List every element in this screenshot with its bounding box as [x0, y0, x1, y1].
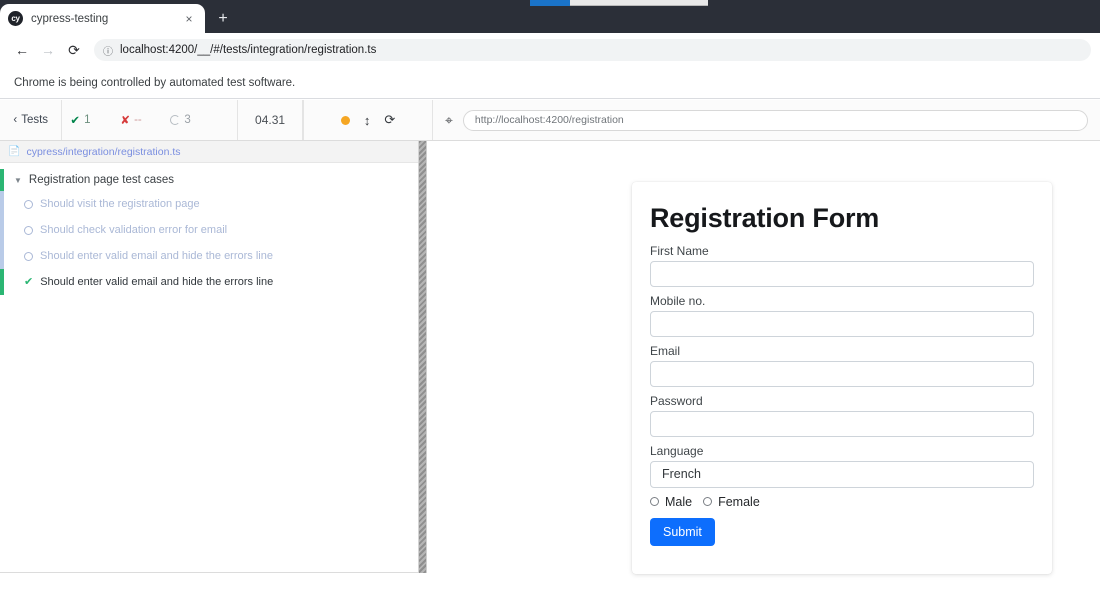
stat-passed: ✔ 1 — [70, 113, 120, 127]
test-status-bar — [0, 217, 4, 243]
spec-file-path: cypress/integration/registration.ts — [26, 145, 181, 158]
viewport-size-icon[interactable]: ↕ — [364, 113, 371, 128]
browser-tab[interactable]: cy cypress-testing × — [0, 4, 205, 33]
test-label: Should check validation error for email — [40, 224, 228, 236]
back-to-tests-label: Tests — [21, 114, 49, 126]
restart-tests-icon[interactable]: ⟳ — [384, 112, 395, 128]
new-tab-button[interactable]: + — [212, 9, 234, 29]
test-status-bar — [0, 269, 4, 295]
forward-icon: → — [41, 42, 55, 58]
email-label: Email — [650, 343, 681, 358]
app-url-zone: ⌖ http://localhost:4200/registration — [433, 100, 1100, 140]
language-select[interactable]: French — [650, 460, 1034, 488]
top-window-artifact — [530, 0, 708, 6]
stat-failed-count: -- — [134, 114, 142, 126]
pending-ring-icon — [24, 225, 33, 235]
mobile-label: Mobile no. — [650, 293, 706, 308]
panel-resize-handle[interactable] — [418, 141, 427, 573]
file-icon: 📄 — [8, 146, 21, 157]
automation-infobar: Chrome is being controlled by automated … — [0, 67, 1100, 99]
back-icon[interactable]: ← — [9, 37, 35, 63]
app-url-text: http://localhost:4200/registration — [474, 114, 624, 126]
specs-panel: 📄 cypress/integration/registration.ts ▼ … — [0, 141, 418, 573]
chevron-down-icon[interactable]: ▼ — [14, 176, 22, 185]
cypress-logo-icon: cy — [8, 11, 23, 26]
submit-button[interactable]: Submit — [650, 517, 715, 546]
app-under-test: Registration Form First Name Mobile no. … — [428, 141, 1100, 574]
run-timer: 04.31 — [238, 100, 304, 140]
app-url-bar[interactable]: http://localhost:4200/registration — [462, 109, 1089, 131]
stat-pending: 3 — [170, 114, 220, 126]
test-label: Should enter valid email and hide the er… — [40, 276, 274, 288]
test-row[interactable]: Should check validation error for email — [0, 217, 418, 243]
stat-passed-count: 1 — [84, 114, 91, 126]
first-name-field[interactable] — [650, 260, 1034, 287]
reload-icon[interactable]: ⟳ — [61, 37, 87, 63]
site-info-icon[interactable]: ⓘ — [103, 43, 113, 58]
radio-male-icon[interactable] — [650, 497, 659, 507]
test-stats: ✔ 1 ✘ -- 3 — [62, 100, 238, 140]
cypress-runner-header: ‹ Tests ✔ 1 ✘ -- 3 04.31 ↕ ⟳ ⌖ http://lo… — [0, 100, 1100, 141]
address-bar-url: localhost:4200/__/#/tests/integration/re… — [120, 44, 377, 56]
back-to-tests-button[interactable]: ‹ Tests — [0, 100, 63, 140]
browser-navbar: ← → ⟳ ⓘ localhost:4200/__/#/tests/integr… — [0, 33, 1100, 67]
first-name-label: First Name — [650, 243, 709, 258]
test-status-bar — [0, 191, 4, 217]
chevron-left-icon: ‹ — [13, 114, 18, 126]
pending-ring-icon — [24, 199, 33, 209]
close-icon[interactable]: × — [181, 11, 197, 27]
registration-form-card: Registration Form First Name Mobile no. … — [632, 182, 1052, 574]
stat-failed: ✘ -- — [120, 113, 170, 127]
top-window-artifact-fill — [530, 0, 570, 6]
pending-ring-icon — [24, 251, 33, 261]
runner-controls: ↕ ⟳ — [304, 100, 434, 140]
suite-title: Registration page test cases — [28, 174, 175, 186]
password-field[interactable] — [650, 410, 1034, 437]
radio-female-icon[interactable] — [703, 497, 713, 507]
test-status-bar — [0, 243, 4, 269]
suite-row[interactable]: ▼ Registration page test cases — [0, 169, 418, 191]
viewport-status-dot-icon — [340, 115, 350, 125]
test-row[interactable]: Should visit the registration page — [0, 191, 418, 217]
stat-pending-count: 3 — [184, 114, 191, 126]
test-label: Should visit the registration page — [40, 198, 200, 210]
automation-infobar-text: Chrome is being controlled by automated … — [14, 76, 296, 89]
browser-titlebar: cy cypress-testing × + — [0, 0, 1100, 33]
selector-playground-icon[interactable]: ⌖ — [445, 112, 453, 129]
check-icon: ✔ — [24, 275, 34, 288]
screen: cy cypress-testing × + ← → ⟳ ⓘ localhost… — [0, 0, 1100, 600]
radio-female-label: Female — [718, 494, 760, 509]
test-label: Should enter valid email and hide the er… — [40, 250, 273, 262]
pending-ring-icon — [170, 115, 181, 125]
mobile-field[interactable] — [650, 310, 1034, 337]
email-field[interactable] — [650, 360, 1034, 387]
test-row[interactable]: ✔ Should enter valid email and hide the … — [0, 269, 418, 295]
check-icon: ✔ — [70, 115, 81, 127]
gender-radio-group: Male Female — [650, 495, 1034, 509]
address-bar[interactable]: ⓘ localhost:4200/__/#/tests/integration/… — [94, 39, 1091, 61]
cross-icon: ✘ — [120, 115, 131, 127]
page-title: Registration Form — [650, 203, 880, 233]
language-label: Language — [650, 443, 704, 458]
spec-file-row[interactable]: 📄 cypress/integration/registration.ts — [0, 141, 418, 163]
test-row[interactable]: Should enter valid email and hide the er… — [0, 243, 418, 269]
browser-tab-title: cypress-testing — [31, 12, 109, 25]
suite-status-bar — [0, 169, 4, 191]
radio-male-label: Male — [665, 494, 693, 509]
password-label: Password — [650, 393, 703, 408]
